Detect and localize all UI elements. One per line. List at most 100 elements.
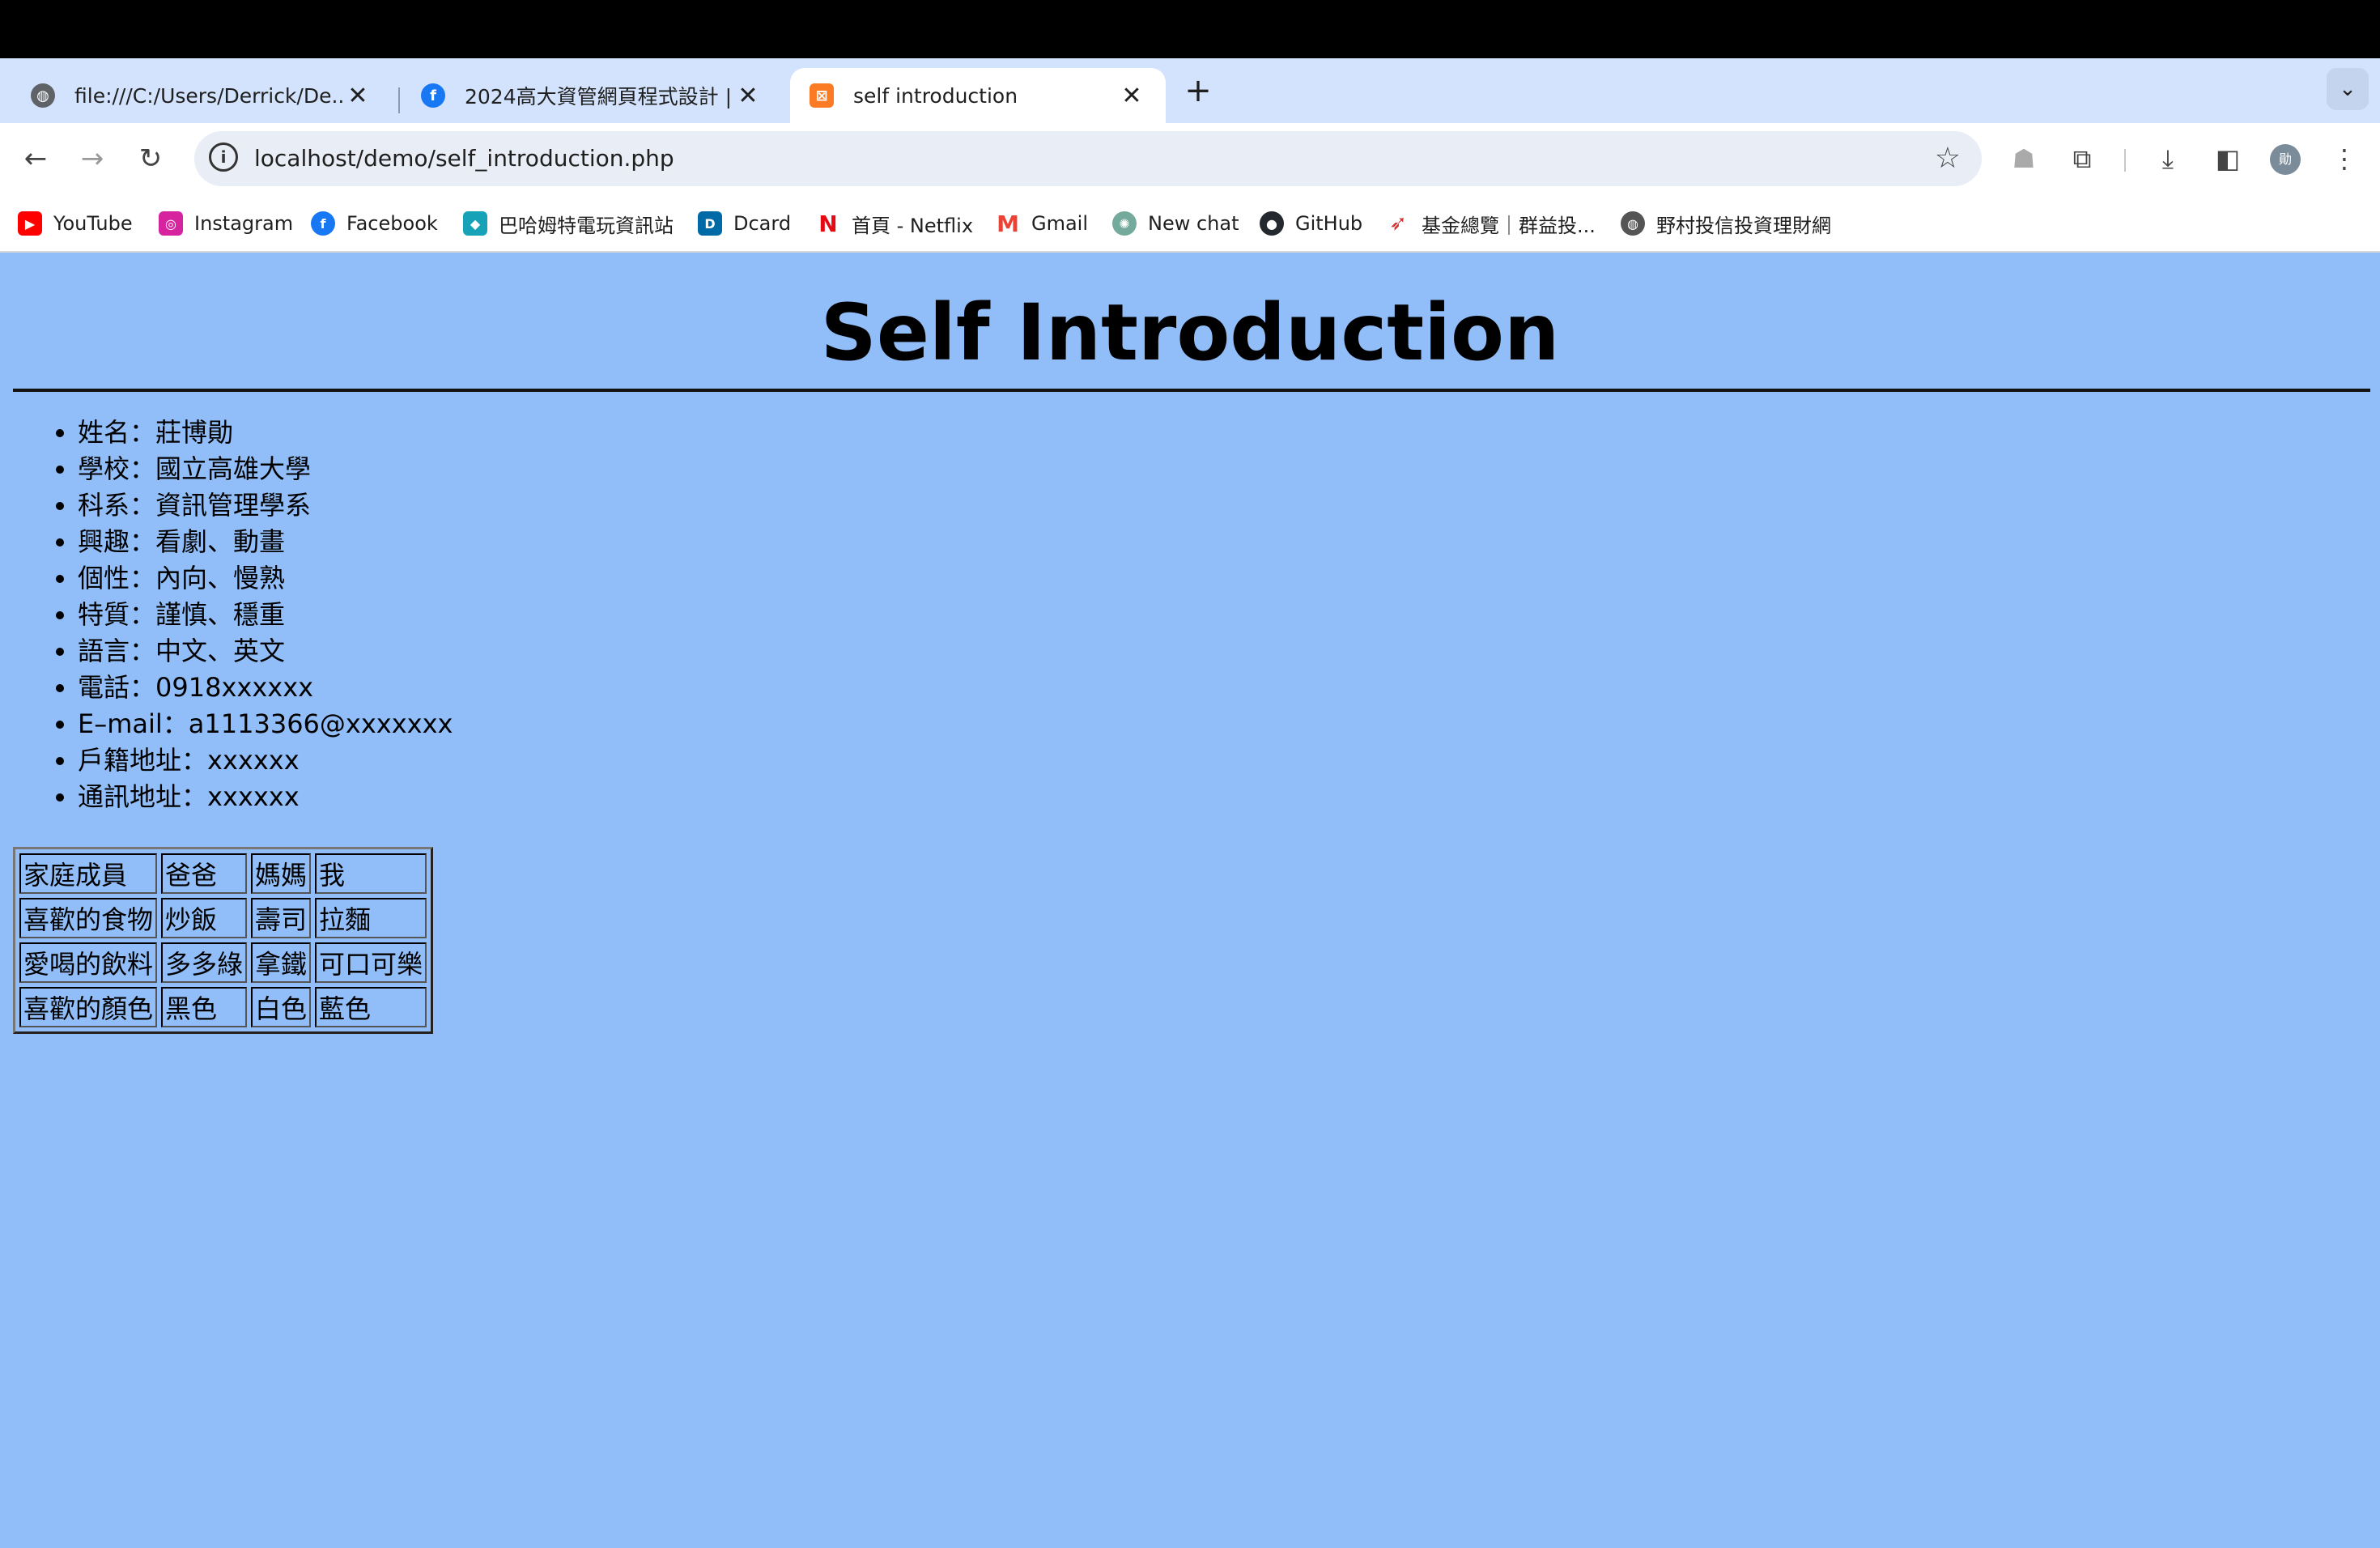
bookmark-github[interactable]: ● GitHub <box>1260 207 1362 240</box>
menu-icon[interactable]: ⋮ <box>2327 141 2362 176</box>
tab-title: 2024高大資管網頁程式設計 | F <box>465 85 733 108</box>
bookmark-facebook[interactable]: f Facebook <box>311 207 438 240</box>
table-cell: 拉麵 <box>315 898 427 938</box>
list-item: 戶籍地址：xxxxxx <box>78 742 453 779</box>
download-icon[interactable]: ⤓ <box>2150 141 2186 176</box>
forward-button[interactable]: → <box>73 139 112 178</box>
openai-icon: ✺ <box>1112 211 1137 236</box>
tab-facebook-group[interactable]: f 2024高大資管網頁程式設計 | F ✕ <box>402 68 782 123</box>
back-button[interactable]: ← <box>16 139 55 178</box>
tab-separator <box>398 87 400 113</box>
tab-local-file[interactable]: ◍ file:///C:/Users/Derrick/De... ✕ <box>11 68 392 123</box>
youtube-icon: ▶ <box>18 211 42 236</box>
site-info-icon[interactable]: i <box>209 142 238 172</box>
side-panel-icon[interactable]: ◧ <box>2210 141 2246 176</box>
bahamut-icon: ◆ <box>463 211 487 236</box>
gmail-icon: M <box>997 210 1019 237</box>
bookmark-capital-funds[interactable]: ➶ 基金總覽｜群益投... <box>1386 207 1596 240</box>
bookmark-bahamut[interactable]: ◆ 巴哈姆特電玩資訊站 <box>463 207 674 240</box>
xampp-icon: ⊠ <box>810 83 834 108</box>
screen-top-bar <box>0 0 2380 58</box>
tab-title: file:///C:/Users/Derrick/De... <box>74 83 343 108</box>
instagram-icon: ◎ <box>159 211 183 236</box>
info-list: 姓名：莊博勛 學校：國立高雄大學 科系：資訊管理學系 興趣：看劇、動畫 個性：內… <box>26 415 453 815</box>
table-row: 愛喝的飲料 多多綠 拿鐵 可口可樂 <box>19 942 427 983</box>
tab-search-button[interactable]: ⌄ <box>2327 68 2369 110</box>
list-item: 通訊地址：xxxxxx <box>78 779 453 815</box>
bookmarks-bar: ▶ YouTube ◎ Instagram f Facebook ◆ 巴哈姆特電… <box>0 194 2380 253</box>
table-cell: 愛喝的飲料 <box>19 942 158 983</box>
bookmark-label: Facebook <box>346 212 438 235</box>
list-item: 科系：資訊管理學系 <box>78 487 453 524</box>
table-cell: 白色 <box>251 987 312 1027</box>
tab-title: self introduction <box>853 83 1018 108</box>
bookmark-star-icon[interactable]: ☆ <box>1935 136 1961 181</box>
url-text[interactable]: localhost/demo/self_introduction.php <box>254 131 674 186</box>
table-cell: 壽司 <box>251 898 312 938</box>
table-cell: 黑色 <box>161 987 248 1027</box>
tab-self-introduction[interactable]: ⊠ self introduction ✕ <box>790 68 1166 123</box>
new-tab-button[interactable]: + <box>1182 68 1214 113</box>
github-icon: ● <box>1260 211 1284 236</box>
bookmark-label: YouTube <box>53 212 133 235</box>
close-icon[interactable]: ✕ <box>733 82 763 110</box>
table-cell: 可口可樂 <box>315 942 427 983</box>
globe-icon: ◍ <box>1621 211 1645 236</box>
table-row: 喜歡的食物 炒飯 壽司 拉麵 <box>19 898 427 938</box>
bookmark-nomura[interactable]: ◍ 野村投信投資理財網 <box>1621 207 1831 240</box>
ghost-extension-icon[interactable]: ☗ <box>2006 141 2042 176</box>
table-cell: 多多綠 <box>161 942 248 983</box>
bookmark-label: New chat <box>1148 212 1239 235</box>
dcard-icon: D <box>698 211 722 236</box>
address-bar[interactable]: i localhost/demo/self_introduction.php ☆ <box>194 131 1982 186</box>
bookmark-gmail[interactable]: M Gmail <box>996 207 1088 240</box>
table-row: 家庭成員 爸爸 媽媽 我 <box>19 853 427 894</box>
preferences-table: 家庭成員 爸爸 媽媽 我 喜歡的食物 炒飯 壽司 拉麵 愛喝的飲料 多多綠 拿鐵… <box>13 847 434 1034</box>
bookmark-label: GitHub <box>1295 212 1363 235</box>
list-item: 電話：0918xxxxxx <box>78 670 453 706</box>
table-cell: 炒飯 <box>161 898 248 938</box>
list-item: 興趣：看劇、動畫 <box>78 524 453 560</box>
bookmark-new-chat[interactable]: ✺ New chat <box>1112 207 1239 240</box>
table-cell: 爸爸 <box>161 853 248 894</box>
globe-icon: ◍ <box>31 83 55 108</box>
bookmark-label: Instagram <box>194 212 294 235</box>
table-cell: 喜歡的顏色 <box>19 987 158 1027</box>
table-cell: 喜歡的食物 <box>19 898 158 938</box>
list-item: 特質：謹慎、穩重 <box>78 597 453 633</box>
list-item: 個性：內向、慢熟 <box>78 560 453 597</box>
list-item: E–mail：a1113366@xxxxxxx <box>78 706 453 742</box>
bookmark-instagram[interactable]: ◎ Instagram <box>159 207 293 240</box>
table-row: 喜歡的顏色 黑色 白色 藍色 <box>19 987 427 1027</box>
netflix-icon: N <box>818 210 838 237</box>
profile-avatar[interactable]: 勛 <box>2270 144 2301 175</box>
page-title: Self Introduction <box>820 287 1560 378</box>
browser-toolbar: ← → ↻ i localhost/demo/self_introduction… <box>0 123 2380 194</box>
toolbar-separator <box>2124 149 2126 172</box>
page-content: Self Introduction 姓名：莊博勛 學校：國立高雄大學 科系：資訊… <box>0 253 2380 1548</box>
facebook-icon: f <box>311 211 335 236</box>
capital-icon: ➶ <box>1389 211 1407 236</box>
bookmark-dcard[interactable]: D Dcard <box>698 207 791 240</box>
close-icon[interactable]: ✕ <box>343 82 372 110</box>
bookmark-label: Gmail <box>1031 212 1089 235</box>
table-cell: 我 <box>315 853 427 894</box>
extensions-icon[interactable]: ⧉ <box>2064 141 2100 176</box>
bookmark-youtube[interactable]: ▶ YouTube <box>18 207 133 240</box>
list-item: 學校：國立高雄大學 <box>78 451 453 487</box>
bookmark-label: 基金總覽｜群益投... <box>1422 214 1596 237</box>
table-cell: 藍色 <box>315 987 427 1027</box>
reload-button[interactable]: ↻ <box>131 139 170 178</box>
bookmark-label: 野村投信投資理財網 <box>1656 214 1831 237</box>
horizontal-rule <box>13 389 2370 392</box>
list-item: 語言：中文、英文 <box>78 633 453 670</box>
list-item: 姓名：莊博勛 <box>78 415 453 451</box>
bookmark-label: 首頁 - Netflix <box>852 214 974 237</box>
close-icon[interactable]: ✕ <box>1117 82 1146 110</box>
bookmark-label: Dcard <box>733 212 792 235</box>
bookmark-netflix[interactable]: N 首頁 - Netflix <box>816 207 973 240</box>
table-cell: 媽媽 <box>251 853 312 894</box>
table-cell: 拿鐵 <box>251 942 312 983</box>
bookmark-label: 巴哈姆特電玩資訊站 <box>499 214 674 237</box>
table-cell: 家庭成員 <box>19 853 158 894</box>
